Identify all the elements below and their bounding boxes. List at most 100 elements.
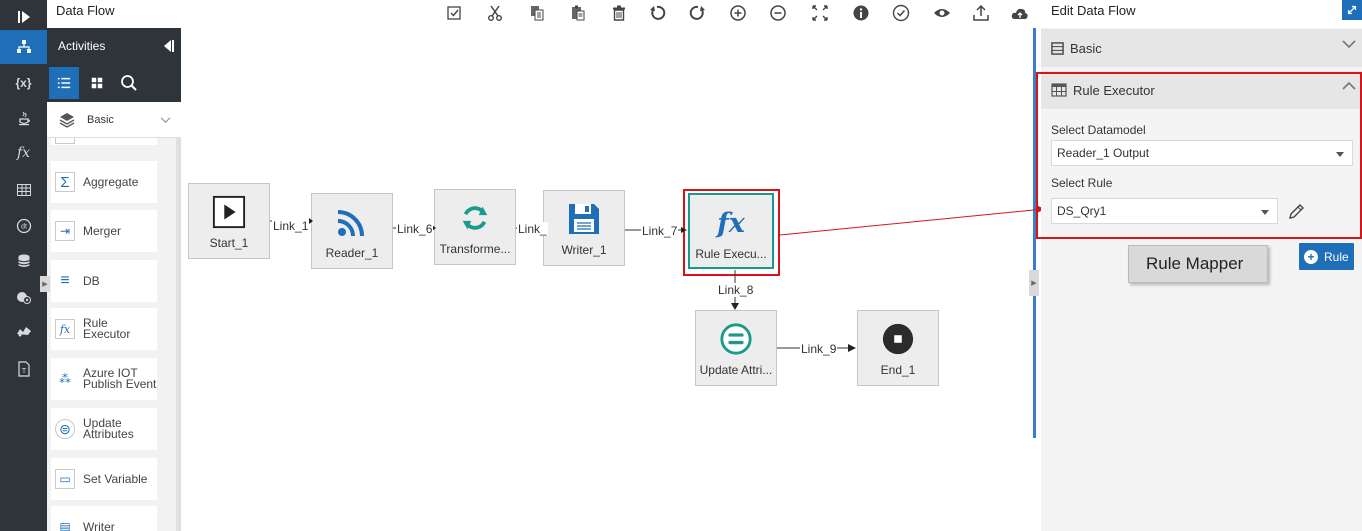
database-icon[interactable] [0, 244, 47, 278]
node-label: Reader_1 [325, 246, 379, 260]
preview-icon[interactable] [931, 2, 953, 24]
link-label[interactable]: Link_6 [396, 222, 434, 236]
deploy-cloud-icon[interactable] [1009, 2, 1031, 24]
table-icon[interactable] [0, 173, 47, 207]
play-icon [212, 194, 246, 230]
redo-icon[interactable] [687, 2, 709, 24]
update-attributes-icon: ⊜ [55, 419, 75, 439]
node-start[interactable]: Start_1 [188, 183, 270, 259]
panel-header: Edit Data Flow [1041, 0, 1362, 28]
category-select[interactable]: Basic [47, 102, 181, 138]
node-end[interactable]: End_1 [857, 310, 939, 386]
form-icon [1051, 41, 1064, 55]
node-label: Update Attri... [699, 363, 773, 377]
rule-executor-highlight-box [1036, 72, 1362, 239]
integration-icon[interactable] [0, 314, 47, 348]
link-label[interactable]: Link_ [517, 222, 548, 236]
node-writer[interactable]: Writer_1 [543, 190, 625, 266]
writer-icon: ▤ [59, 520, 71, 531]
set-variable-icon: ▭ [55, 469, 75, 489]
undo-icon[interactable] [646, 2, 668, 24]
export-icon[interactable] [970, 2, 992, 24]
palette-item-writer[interactable]: ▤ Writer [51, 506, 157, 531]
palette-item-merger[interactable]: ⇥ Merger [51, 210, 157, 252]
dataflow-icon[interactable] [0, 30, 47, 64]
flow-canvas[interactable] [181, 28, 1033, 531]
node-label: Transforme... [439, 242, 511, 256]
link-label[interactable]: Link_7 [641, 224, 679, 238]
palette-item-azure-iot[interactable]: ⁂ Azure IOT Publish Event [51, 358, 157, 400]
palette-title: Activities [58, 39, 106, 53]
page-title: Data Flow [56, 3, 115, 18]
validate-icon[interactable] [443, 2, 465, 24]
node-update-attributes[interactable]: Update Attri... [695, 310, 777, 386]
plus-icon: + [1304, 249, 1318, 264]
node-label: End_1 [880, 363, 916, 377]
palette-header: Activities [47, 28, 181, 64]
link-label[interactable]: Link_1 [272, 219, 310, 233]
list-view-icon[interactable] [49, 67, 79, 99]
collapse-rail-icon[interactable] [0, 0, 47, 34]
palette-search-icon[interactable] [114, 67, 144, 99]
paste-icon[interactable] [567, 2, 589, 24]
basic-section-header[interactable]: Basic [1041, 29, 1362, 67]
copy-icon[interactable] [526, 2, 548, 24]
node-label: Start_1 [209, 236, 249, 250]
variables-icon[interactable]: {x} [0, 66, 47, 100]
layers-icon [59, 113, 75, 128]
list-item[interactable] [51, 138, 157, 145]
check-icon[interactable] [890, 2, 912, 24]
basic-section-label: Basic [1070, 40, 1102, 56]
palette-item-update-attributes[interactable]: ⊜ Update Attributes [51, 408, 157, 450]
palette-item-label: Writer [83, 519, 115, 531]
variables-icon-glyph: {x} [15, 76, 32, 90]
expand-panel-handle[interactable]: ▶ [1029, 270, 1039, 296]
java-icon[interactable] [0, 101, 47, 135]
chevron-down-icon [1342, 40, 1356, 49]
zoom-in-icon[interactable] [727, 2, 749, 24]
azure-iot-icon: ⁂ [59, 372, 71, 386]
palette-item-label: Azure IOT Publish Event [83, 366, 157, 391]
function-icon[interactable]: fx [0, 136, 47, 170]
palette-scrollbar[interactable] [176, 138, 180, 531]
app-root: {x} fx dt T Data Flow Activities Basic Σ… [0, 0, 1362, 531]
node-reader[interactable]: Reader_1 [311, 193, 393, 269]
delete-icon[interactable] [608, 2, 630, 24]
text-file-icon[interactable]: T [0, 352, 47, 386]
palette-item-db[interactable]: ≡ DB [51, 260, 157, 302]
maximize-icon[interactable] [1342, 0, 1362, 20]
info-icon[interactable] [850, 2, 872, 24]
stop-icon [881, 321, 915, 357]
top-toolbar: Data Flow [47, 0, 1034, 28]
datetime-icon[interactable]: dt [0, 209, 47, 243]
collapse-palette-icon[interactable] [161, 38, 175, 54]
fit-screen-icon[interactable] [809, 2, 831, 24]
expand-palette-handle[interactable]: ▶ [40, 276, 50, 292]
palette-tools [47, 64, 181, 102]
node-label: Writer_1 [561, 243, 607, 257]
panel-title: Edit Data Flow [1051, 3, 1136, 18]
palette-item-rule-executor[interactable]: fx Rule Executor [51, 308, 157, 350]
link-label[interactable]: Link_8 [717, 283, 755, 297]
function-icon-glyph: fx [16, 145, 31, 161]
datetime-icon-text: dt [21, 224, 27, 231]
add-rule-label: Rule [1324, 249, 1349, 264]
cut-icon[interactable] [484, 2, 506, 24]
chevron-down-icon [160, 117, 171, 123]
rss-feed-icon [334, 204, 370, 240]
sigma-icon: Σ [55, 172, 75, 192]
function-icon: fx [55, 319, 75, 339]
grid-view-icon[interactable] [82, 67, 112, 99]
db-icon: ≡ [60, 272, 70, 289]
zoom-out-icon[interactable] [767, 2, 789, 24]
palette-item-label: Merger [83, 223, 122, 238]
activities-palette: Activities Basic Σ Aggregate ⇥ Merger ≡ … [47, 28, 181, 531]
add-rule-button[interactable]: + Rule [1299, 243, 1354, 270]
link-label[interactable]: Link_9 [800, 342, 838, 356]
rule-mapper-callout: Rule Mapper [1128, 245, 1268, 283]
palette-item-aggregate[interactable]: Σ Aggregate [51, 161, 157, 203]
palette-item-set-variable[interactable]: ▭ Set Variable [51, 458, 157, 500]
palette-item-label: Aggregate [83, 174, 139, 189]
node-transformer[interactable]: Transforme... [434, 189, 516, 265]
left-rail: {x} fx dt T [0, 0, 47, 531]
